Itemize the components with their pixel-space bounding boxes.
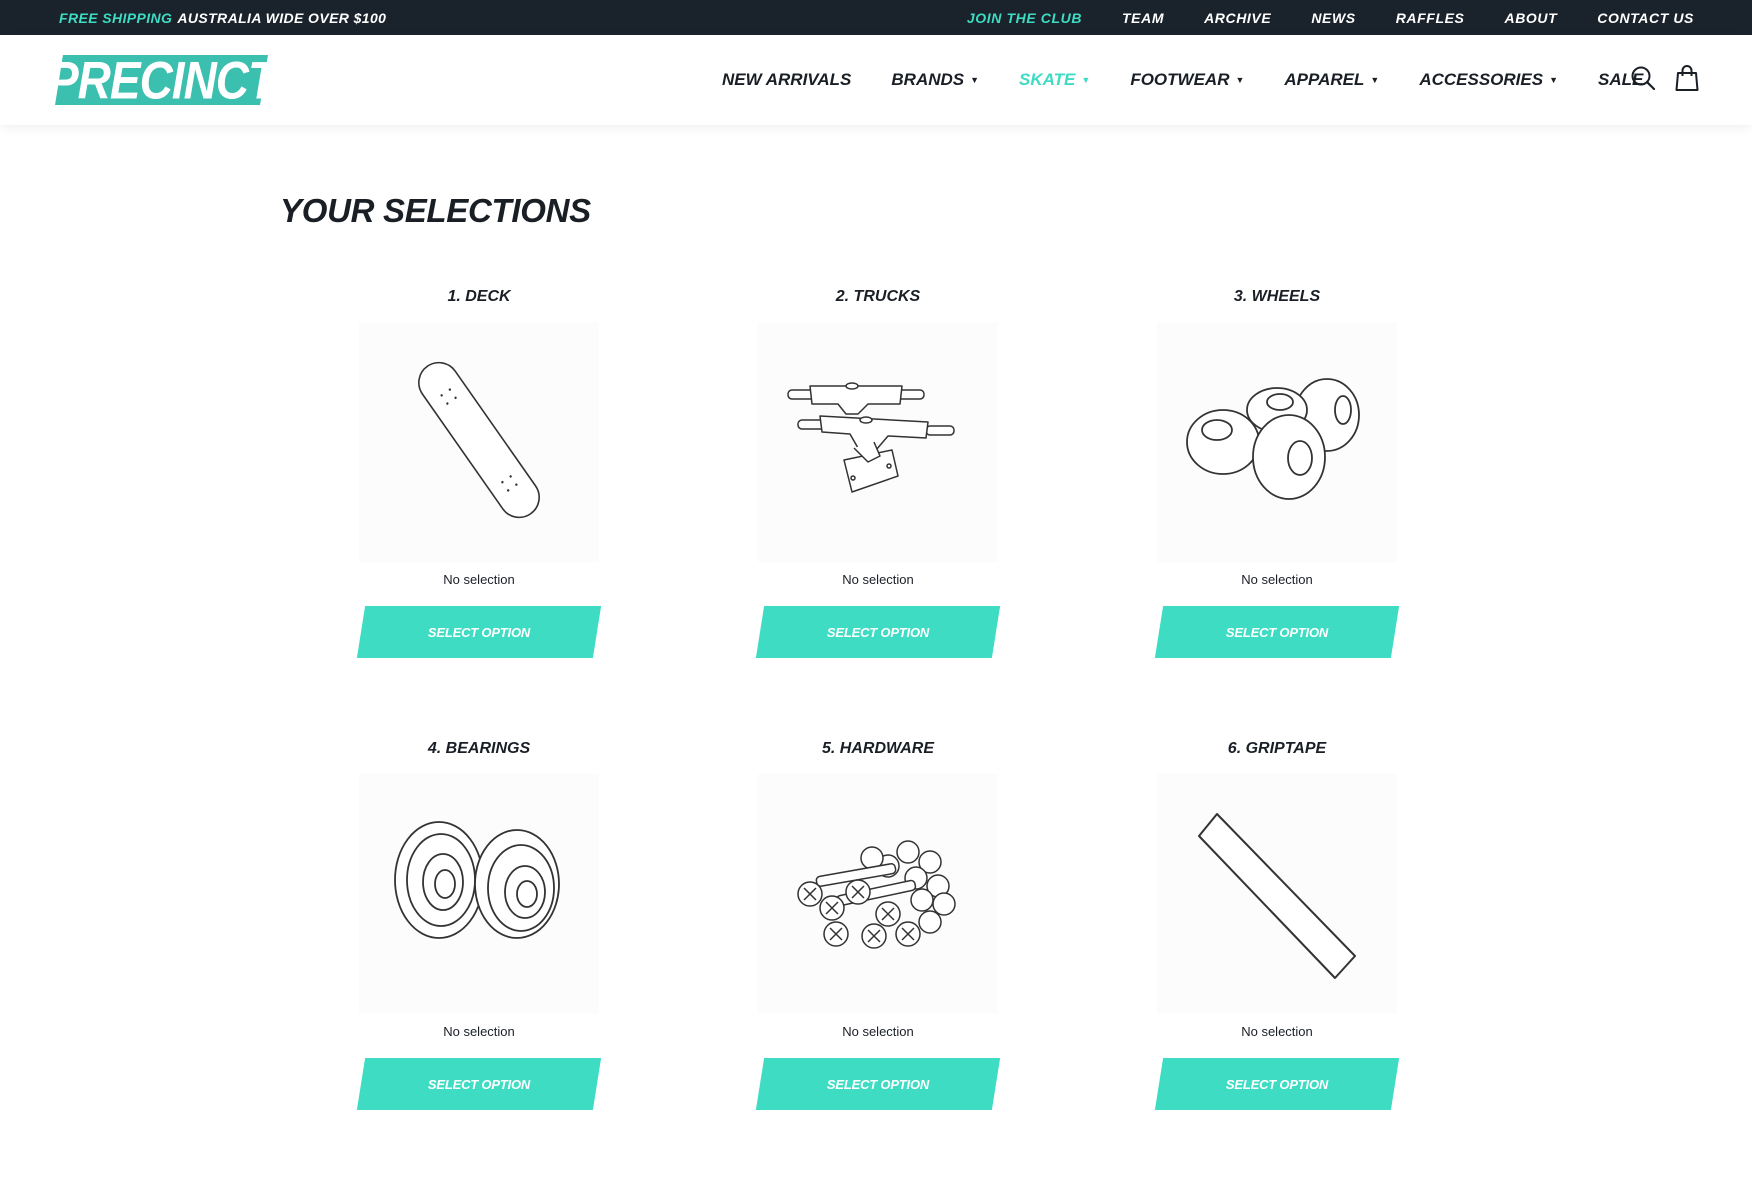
selection-card-wheels: 3. WHEELS No selection SELECT OPTION — [1147, 288, 1407, 678]
card-title: 1. DECK — [447, 288, 511, 305]
select-option-button[interactable]: SELECT OPTION — [755, 606, 1001, 658]
button-label: SELECT OPTION — [826, 1076, 930, 1092]
button-label: SELECT OPTION — [1225, 1076, 1329, 1092]
button-label: SELECT OPTION — [427, 1076, 531, 1092]
selection-card-griptape: 6. GRIPTAPE No selection SELECT OPTION — [1147, 740, 1407, 1130]
card-title: 5. HARDWARE — [821, 740, 934, 757]
selection-status: No selection — [1241, 572, 1313, 587]
select-option-button[interactable]: SELECT OPTION — [755, 1058, 1001, 1110]
hardware-icon — [758, 774, 998, 1014]
button-label: SELECT OPTION — [427, 624, 531, 640]
selections-grid: 1. DECK No selection SELECT OPTION 2. TR… — [0, 0, 1752, 1179]
wheels-icon — [1157, 322, 1397, 562]
selection-status: No selection — [443, 572, 515, 587]
selection-card-hardware: 5. HARDWARE No selection SELECT OPTION — [748, 740, 1008, 1130]
griptape-icon — [1157, 774, 1397, 1014]
button-label: SELECT OPTION — [1225, 624, 1329, 640]
bearings-icon — [359, 774, 599, 1014]
button-label: SELECT OPTION — [826, 624, 930, 640]
trucks-icon — [758, 322, 998, 562]
selection-card-trucks: 2. TRUCKS No selection SELECT OPTION — [748, 288, 1008, 678]
select-option-button[interactable]: SELECT OPTION — [1154, 606, 1400, 658]
select-option-button[interactable]: SELECT OPTION — [1154, 1058, 1400, 1110]
selection-status: No selection — [1241, 1024, 1313, 1039]
selection-card-bearings: 4. BEARINGS No selection SELECT OPTION — [349, 740, 609, 1130]
deck-icon — [359, 322, 599, 562]
select-option-button[interactable]: SELECT OPTION — [356, 1058, 602, 1110]
select-option-button[interactable]: SELECT OPTION — [356, 606, 602, 658]
card-title: 3. WHEELS — [1233, 288, 1321, 305]
selection-status: No selection — [842, 1024, 914, 1039]
selection-status: No selection — [842, 572, 914, 587]
selection-status: No selection — [443, 1024, 515, 1039]
card-title: 6. GRIPTAPE — [1227, 740, 1327, 757]
card-title: 2. TRUCKS — [835, 288, 921, 305]
selection-card-deck: 1. DECK No selection SELECT OPTION — [349, 288, 609, 678]
card-title: 4. BEARINGS — [427, 740, 531, 757]
